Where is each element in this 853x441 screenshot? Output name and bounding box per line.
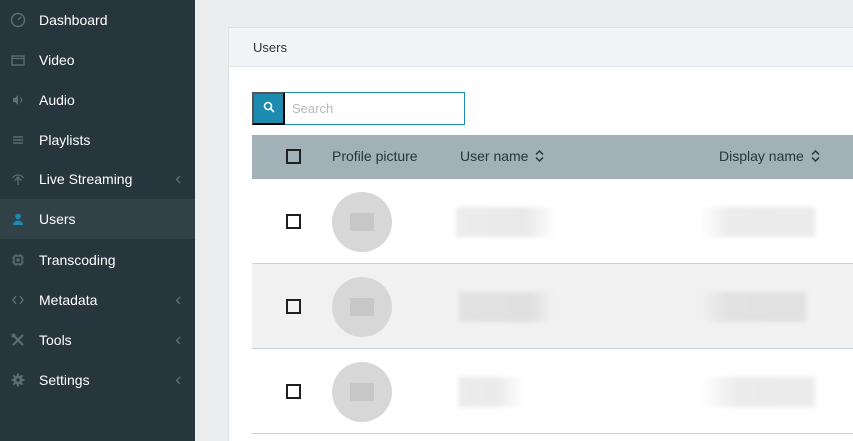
sidebar-item-label: Playlists bbox=[39, 132, 91, 148]
sidebar-item-audio[interactable]: Audio bbox=[0, 80, 195, 120]
list-icon bbox=[10, 132, 26, 148]
table-header: Profile picture User name Display name bbox=[252, 135, 853, 179]
gear-icon bbox=[10, 372, 26, 388]
display-name-redacted bbox=[700, 292, 806, 322]
sidebar-item-label: Users bbox=[39, 211, 76, 227]
sidebar-item-transcoding[interactable]: Transcoding bbox=[0, 240, 195, 280]
row-checkbox[interactable] bbox=[286, 384, 301, 399]
chevron-left-icon bbox=[174, 174, 182, 184]
column-label: Display name bbox=[719, 148, 804, 164]
panel-header: Users bbox=[229, 28, 853, 67]
chip-icon bbox=[10, 252, 26, 268]
user-name-redacted bbox=[458, 377, 523, 407]
page-title: Users bbox=[253, 40, 287, 55]
display-name-redacted bbox=[700, 207, 815, 237]
film-icon bbox=[10, 52, 26, 68]
table-row[interactable] bbox=[252, 264, 853, 349]
sort-icon bbox=[811, 149, 820, 163]
tools-icon bbox=[10, 332, 26, 348]
row-checkbox[interactable] bbox=[286, 299, 301, 314]
sidebar-item-playlists[interactable]: Playlists bbox=[0, 120, 195, 160]
display-name-redacted bbox=[700, 377, 815, 407]
gauge-icon bbox=[10, 12, 26, 28]
sidebar-item-label: Metadata bbox=[39, 292, 98, 308]
sort-icon bbox=[535, 149, 544, 163]
sidebar-item-dashboard[interactable]: Dashboard bbox=[0, 0, 195, 40]
sidebar-item-label: Video bbox=[39, 52, 75, 68]
sidebar-item-users[interactable]: Users bbox=[0, 199, 195, 239]
sidebar-item-live-streaming[interactable]: Live Streaming bbox=[0, 159, 195, 199]
table-row[interactable] bbox=[252, 349, 853, 434]
sidebar-item-tools[interactable]: Tools bbox=[0, 320, 195, 360]
sidebar-item-label: Audio bbox=[39, 92, 75, 108]
column-header-profile-picture: Profile picture bbox=[332, 148, 418, 164]
row-checkbox[interactable] bbox=[286, 214, 301, 229]
sidebar-item-label: Settings bbox=[39, 372, 90, 388]
search-button[interactable] bbox=[252, 92, 285, 125]
code-brackets-icon bbox=[10, 292, 26, 308]
select-all-checkbox[interactable] bbox=[286, 149, 301, 164]
column-header-user-name[interactable]: User name bbox=[460, 148, 544, 164]
chevron-left-icon bbox=[174, 335, 182, 345]
avatar-placeholder-icon bbox=[332, 277, 392, 337]
sidebar-item-video[interactable]: Video bbox=[0, 40, 195, 80]
avatar-placeholder-icon bbox=[332, 192, 392, 252]
speaker-icon bbox=[10, 92, 26, 108]
sidebar-item-label: Dashboard bbox=[39, 12, 108, 28]
user-icon bbox=[10, 211, 26, 227]
avatar-placeholder-icon bbox=[332, 362, 392, 422]
sidebar-item-label: Tools bbox=[39, 332, 72, 348]
sidebar-item-settings[interactable]: Settings bbox=[0, 360, 195, 400]
broadcast-icon bbox=[10, 171, 26, 187]
sidebar-item-metadata[interactable]: Metadata bbox=[0, 280, 195, 320]
sidebar-item-label: Live Streaming bbox=[39, 171, 133, 187]
chevron-left-icon bbox=[174, 375, 182, 385]
column-label: User name bbox=[460, 148, 529, 164]
table-row[interactable] bbox=[252, 179, 853, 264]
sidebar-item-label: Transcoding bbox=[39, 252, 116, 268]
user-name-redacted bbox=[459, 292, 554, 322]
search-input[interactable] bbox=[285, 92, 465, 125]
column-header-display-name[interactable]: Display name bbox=[719, 148, 820, 164]
sidebar: Dashboard Video Audio Playlists Live Str… bbox=[0, 0, 195, 441]
search-icon bbox=[263, 101, 275, 116]
user-name-redacted bbox=[456, 207, 556, 237]
chevron-left-icon bbox=[174, 295, 182, 305]
